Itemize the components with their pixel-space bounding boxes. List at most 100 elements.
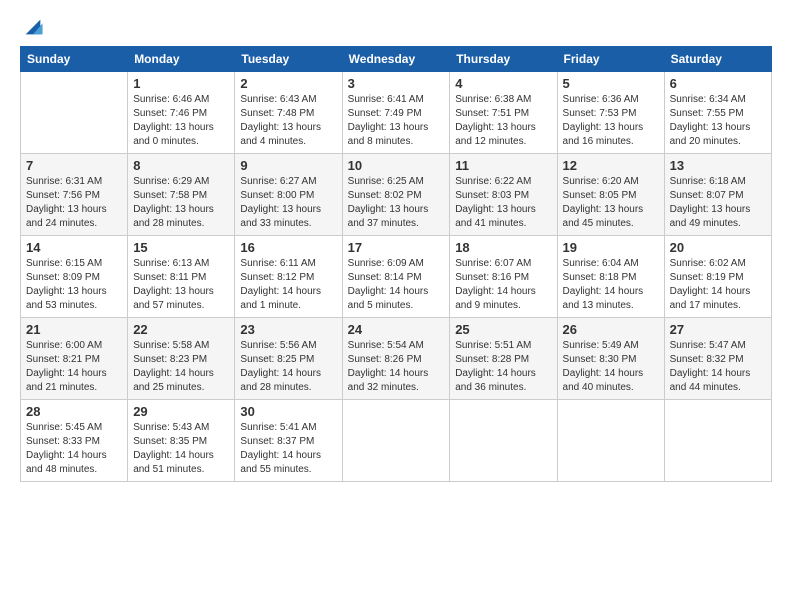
calendar-cell: 7 Sunrise: 6:31 AMSunset: 7:56 PMDaylight… — [21, 154, 128, 236]
calendar-cell: 4 Sunrise: 6:38 AMSunset: 7:51 PMDaylight… — [450, 72, 557, 154]
calendar-cell: 26 Sunrise: 5:49 AMSunset: 8:30 PMDayligh… — [557, 318, 664, 400]
calendar-cell: 21Sunrise: 6:00 AMSunset: 8:21 PMDayligh… — [21, 318, 128, 400]
day-number: 5 — [563, 76, 659, 91]
calendar-cell: 19 Sunrise: 6:04 AMSunset: 8:18 PMDayligh… — [557, 236, 664, 318]
calendar-cell: 28 Sunrise: 5:45 AMSunset: 8:33 PMDayligh… — [21, 400, 128, 482]
day-number: 15 — [133, 240, 229, 255]
day-info: Sunrise: 6:13 AMSunset: 8:11 PMDaylight:… — [133, 257, 229, 313]
calendar-cell: 9 Sunrise: 6:27 AMSunset: 8:00 PMDaylight… — [235, 154, 342, 236]
calendar-cell: 3 Sunrise: 6:41 AMSunset: 7:49 PMDaylight… — [342, 72, 450, 154]
calendar-cell: 11 Sunrise: 6:22 AMSunset: 8:03 PMDayligh… — [450, 154, 557, 236]
day-info: Sunrise: 6:04 AMSunset: 8:18 PMDaylight:… — [563, 257, 659, 313]
day-info: Sunrise: 6:25 AMSunset: 8:02 PMDaylight:… — [348, 175, 445, 231]
calendar-cell: 12 Sunrise: 6:20 AMSunset: 8:05 PMDayligh… — [557, 154, 664, 236]
logo — [20, 16, 44, 38]
weekday-header: Friday — [557, 47, 664, 72]
calendar-cell — [557, 400, 664, 482]
calendar-cell: 8 Sunrise: 6:29 AMSunset: 7:58 PMDaylight… — [128, 154, 235, 236]
day-info: Sunrise: 6:27 AMSunset: 8:00 PMDaylight:… — [240, 175, 336, 231]
calendar-cell: 2 Sunrise: 6:43 AMSunset: 7:48 PMDaylight… — [235, 72, 342, 154]
calendar-cell: 20Sunrise: 6:02 AMSunset: 8:19 PMDayligh… — [664, 236, 771, 318]
day-info: Sunrise: 6:34 AMSunset: 7:55 PMDaylight:… — [670, 93, 766, 149]
day-info: Sunrise: 6:46 AMSunset: 7:46 PMDaylight:… — [133, 93, 229, 149]
calendar-week-row: 21Sunrise: 6:00 AMSunset: 8:21 PMDayligh… — [21, 318, 772, 400]
weekday-header: Thursday — [450, 47, 557, 72]
day-info: Sunrise: 6:38 AMSunset: 7:51 PMDaylight:… — [455, 93, 551, 149]
header-row: SundayMondayTuesdayWednesdayThursdayFrid… — [21, 47, 772, 72]
day-info: Sunrise: 5:56 AMSunset: 8:25 PMDaylight:… — [240, 339, 336, 395]
calendar-cell: 25 Sunrise: 5:51 AMSunset: 8:28 PMDayligh… — [450, 318, 557, 400]
calendar-cell — [21, 72, 128, 154]
calendar-cell: 16 Sunrise: 6:11 AMSunset: 8:12 PMDayligh… — [235, 236, 342, 318]
logo-icon — [22, 16, 44, 38]
day-info: Sunrise: 6:22 AMSunset: 8:03 PMDaylight:… — [455, 175, 551, 231]
day-number: 20 — [670, 240, 766, 255]
day-number: 1 — [133, 76, 229, 91]
calendar-table: SundayMondayTuesdayWednesdayThursdayFrid… — [20, 46, 772, 482]
calendar-cell: 18 Sunrise: 6:07 AMSunset: 8:16 PMDayligh… — [450, 236, 557, 318]
day-info: Sunrise: 6:31 AMSunset: 7:56 PMDaylight:… — [26, 175, 122, 231]
day-info: Sunrise: 6:20 AMSunset: 8:05 PMDaylight:… — [563, 175, 659, 231]
day-number: 22 — [133, 322, 229, 337]
day-number: 7 — [26, 158, 122, 173]
day-number: 26 — [563, 322, 659, 337]
day-info: Sunrise: 5:47 AMSunset: 8:32 PMDaylight:… — [670, 339, 766, 395]
calendar-week-row: 1 Sunrise: 6:46 AMSunset: 7:46 PMDaylight… — [21, 72, 772, 154]
day-info: Sunrise: 6:36 AMSunset: 7:53 PMDaylight:… — [563, 93, 659, 149]
day-number: 14 — [26, 240, 122, 255]
weekday-header: Sunday — [21, 47, 128, 72]
calendar-cell: 29 Sunrise: 5:43 AMSunset: 8:35 PMDayligh… — [128, 400, 235, 482]
day-info: Sunrise: 5:49 AMSunset: 8:30 PMDaylight:… — [563, 339, 659, 395]
weekday-header: Monday — [128, 47, 235, 72]
day-number: 4 — [455, 76, 551, 91]
day-number: 11 — [455, 158, 551, 173]
calendar-cell: 10 Sunrise: 6:25 AMSunset: 8:02 PMDayligh… — [342, 154, 450, 236]
day-number: 28 — [26, 404, 122, 419]
calendar-cell: 23 Sunrise: 5:56 AMSunset: 8:25 PMDayligh… — [235, 318, 342, 400]
day-number: 23 — [240, 322, 336, 337]
day-number: 10 — [348, 158, 445, 173]
calendar-week-row: 7 Sunrise: 6:31 AMSunset: 7:56 PMDaylight… — [21, 154, 772, 236]
day-number: 12 — [563, 158, 659, 173]
day-number: 27 — [670, 322, 766, 337]
calendar-cell: 1 Sunrise: 6:46 AMSunset: 7:46 PMDaylight… — [128, 72, 235, 154]
day-number: 21 — [26, 322, 122, 337]
day-info: Sunrise: 6:18 AMSunset: 8:07 PMDaylight:… — [670, 175, 766, 231]
day-number: 3 — [348, 76, 445, 91]
day-info: Sunrise: 6:43 AMSunset: 7:48 PMDaylight:… — [240, 93, 336, 149]
day-info: Sunrise: 6:09 AMSunset: 8:14 PMDaylight:… — [348, 257, 445, 313]
calendar-cell: 15 Sunrise: 6:13 AMSunset: 8:11 PMDayligh… — [128, 236, 235, 318]
calendar-week-row: 28 Sunrise: 5:45 AMSunset: 8:33 PMDayligh… — [21, 400, 772, 482]
calendar-cell: 14Sunrise: 6:15 AMSunset: 8:09 PMDayligh… — [21, 236, 128, 318]
day-number: 2 — [240, 76, 336, 91]
day-info: Sunrise: 6:29 AMSunset: 7:58 PMDaylight:… — [133, 175, 229, 231]
header — [20, 16, 772, 38]
calendar-cell: 13 Sunrise: 6:18 AMSunset: 8:07 PMDayligh… — [664, 154, 771, 236]
calendar-cell: 30Sunrise: 5:41 AMSunset: 8:37 PMDayligh… — [235, 400, 342, 482]
calendar-cell: 6Sunrise: 6:34 AMSunset: 7:55 PMDaylight… — [664, 72, 771, 154]
page: SundayMondayTuesdayWednesdayThursdayFrid… — [0, 0, 792, 612]
day-number: 9 — [240, 158, 336, 173]
calendar-cell — [664, 400, 771, 482]
calendar-cell: 27 Sunrise: 5:47 AMSunset: 8:32 PMDayligh… — [664, 318, 771, 400]
day-info: Sunrise: 6:41 AMSunset: 7:49 PMDaylight:… — [348, 93, 445, 149]
calendar-week-row: 14Sunrise: 6:15 AMSunset: 8:09 PMDayligh… — [21, 236, 772, 318]
day-number: 17 — [348, 240, 445, 255]
day-info: Sunrise: 5:51 AMSunset: 8:28 PMDaylight:… — [455, 339, 551, 395]
day-number: 16 — [240, 240, 336, 255]
day-info: Sunrise: 6:11 AMSunset: 8:12 PMDaylight:… — [240, 257, 336, 313]
calendar-cell: 17 Sunrise: 6:09 AMSunset: 8:14 PMDayligh… — [342, 236, 450, 318]
day-number: 29 — [133, 404, 229, 419]
calendar-cell: 5 Sunrise: 6:36 AMSunset: 7:53 PMDaylight… — [557, 72, 664, 154]
day-number: 24 — [348, 322, 445, 337]
day-number: 8 — [133, 158, 229, 173]
day-info: Sunrise: 5:43 AMSunset: 8:35 PMDaylight:… — [133, 421, 229, 477]
day-number: 18 — [455, 240, 551, 255]
day-number: 19 — [563, 240, 659, 255]
day-info: Sunrise: 6:07 AMSunset: 8:16 PMDaylight:… — [455, 257, 551, 313]
day-number: 13 — [670, 158, 766, 173]
calendar-cell — [450, 400, 557, 482]
day-info: Sunrise: 5:45 AMSunset: 8:33 PMDaylight:… — [26, 421, 122, 477]
day-number: 25 — [455, 322, 551, 337]
calendar-cell: 22Sunrise: 5:58 AMSunset: 8:23 PMDayligh… — [128, 318, 235, 400]
